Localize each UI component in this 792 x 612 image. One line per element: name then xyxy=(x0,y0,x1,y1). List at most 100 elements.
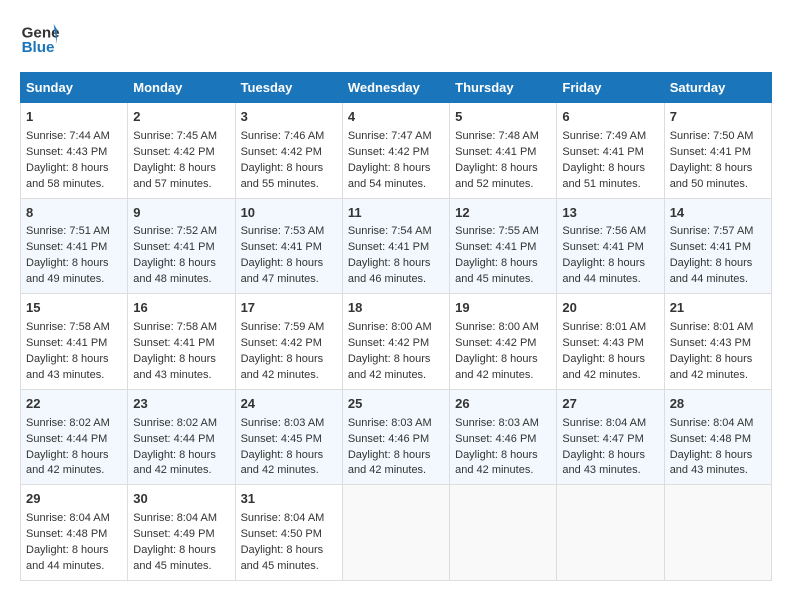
day-number: 11 xyxy=(348,204,444,223)
calendar-week-4: 22 Sunrise: 8:02 AM Sunset: 4:44 PM Dayligh… xyxy=(21,389,772,485)
sunrise-label: Sunrise: 7:58 AM xyxy=(133,321,217,333)
calendar-cell: 15Sunrise: 7:58 AMSunset: 4:41 PMDayligh… xyxy=(21,294,128,390)
sunrise-label: Sunrise: 7:55 AM xyxy=(455,225,539,237)
sunrise-label: Sunrise: 7:44 AM xyxy=(26,130,110,142)
sunset-label: Sunset: 4:41 PM xyxy=(133,337,214,349)
sunrise-label: Sunrise: 7:47 AM xyxy=(348,130,432,142)
sunset-label: Sunset: 4:50 PM xyxy=(241,528,322,540)
column-header-thursday: Thursday xyxy=(450,73,557,103)
sunrise-label: Sunrise: 7:57 AM xyxy=(670,225,754,237)
sunset-label: Sunset: 4:42 PM xyxy=(133,146,214,158)
calendar-table: SundayMondayTuesdayWednesdayThursdayFrid… xyxy=(20,72,772,581)
daylight-label: Daylight: 8 hours and 43 minutes. xyxy=(562,449,645,477)
calendar-cell: 21Sunrise: 8:01 AMSunset: 4:43 PMDayligh… xyxy=(664,294,771,390)
sunset-label: Sunset: 4:45 PM xyxy=(241,433,322,445)
sunrise-label: Sunrise: 8:01 AM xyxy=(670,321,754,333)
sunrise-label: Sunrise: 8:04 AM xyxy=(562,417,646,429)
daylight-label: Daylight: 8 hours and 50 minutes. xyxy=(670,162,753,190)
daylight-label: Daylight: 8 hours and 58 minutes. xyxy=(26,162,109,190)
calendar-week-5: 29Sunrise: 8:04 AMSunset: 4:48 PMDayligh… xyxy=(21,485,772,581)
day-number: 7 xyxy=(670,108,766,127)
sunset-label: Sunset: 4:41 PM xyxy=(455,146,536,158)
sunrise-label: Sunrise: 7:50 AM xyxy=(670,130,754,142)
day-number: 23 xyxy=(133,395,229,414)
calendar-cell: 23Sunrise: 8:02 AMSunset: 4:44 PMDayligh… xyxy=(128,389,235,485)
sunset-label: Sunset: 4:48 PM xyxy=(670,433,751,445)
sunrise-label: Sunrise: 7:59 AM xyxy=(241,321,325,333)
sunset-label: Sunset: 4:41 PM xyxy=(670,146,751,158)
daylight-label: Daylight: 8 hours and 42 minutes. xyxy=(670,353,753,381)
sunrise-label: Sunrise: 8:02 AM xyxy=(133,417,217,429)
daylight-label: Daylight: 8 hours and 42 minutes. xyxy=(455,353,538,381)
daylight-label: Daylight: 8 hours and 42 minutes. xyxy=(26,449,109,477)
daylight-label: Daylight: 8 hours and 47 minutes. xyxy=(241,257,324,285)
day-number: 22 xyxy=(26,395,122,414)
sunrise-label: Sunrise: 7:46 AM xyxy=(241,130,325,142)
calendar-cell: 16 Sunrise: 7:58 AM Sunset: 4:41 PM Dayligh… xyxy=(128,294,235,390)
day-number: 28 xyxy=(670,395,766,414)
daylight-label: Daylight: 8 hours and 42 minutes. xyxy=(348,353,431,381)
calendar-cell: 9Sunrise: 7:52 AMSunset: 4:41 PMDaylight… xyxy=(128,198,235,294)
calendar-cell: 22Sunrise: 8:02 AMSunset: 4:44 PMDayligh… xyxy=(21,389,128,485)
sunset-label: Sunset: 4:42 PM xyxy=(455,337,536,349)
sunrise-label: Sunrise: 7:53 AM xyxy=(241,225,325,237)
sunset-label: Sunset: 4:41 PM xyxy=(26,241,107,253)
calendar-cell: 7 Sunrise: 7:50 AM Sunset: 4:41 PM Daylight… xyxy=(664,103,771,199)
day-number: 13 xyxy=(562,204,658,223)
calendar-cell: 20Sunrise: 8:01 AMSunset: 4:43 PMDayligh… xyxy=(557,294,664,390)
sunrise-label: Sunrise: 8:00 AM xyxy=(348,321,432,333)
calendar-cell: 17 Sunrise: 7:59 AM Sunset: 4:42 PM Dayligh… xyxy=(235,294,342,390)
sunrise-label: Sunrise: 8:03 AM xyxy=(348,417,432,429)
day-number: 2 xyxy=(133,108,229,127)
daylight-label: Daylight: 8 hours and 48 minutes. xyxy=(133,257,216,285)
sunset-label: Sunset: 4:43 PM xyxy=(670,337,751,349)
calendar-cell: 28Sunrise: 8:04 AMSunset: 4:48 PMDayligh… xyxy=(664,389,771,485)
day-number: 20 xyxy=(562,299,658,318)
column-header-friday: Friday xyxy=(557,73,664,103)
calendar-cell: 3Sunrise: 7:46 AMSunset: 4:42 PMDaylight… xyxy=(235,103,342,199)
day-number: 17 xyxy=(241,299,337,318)
calendar-cell: 30Sunrise: 8:04 AMSunset: 4:49 PMDayligh… xyxy=(128,485,235,581)
logo: General Blue xyxy=(20,20,64,56)
sunset-label: Sunset: 4:42 PM xyxy=(241,337,322,349)
daylight-label: Daylight: 8 hours and 54 minutes. xyxy=(348,162,431,190)
calendar-cell xyxy=(664,485,771,581)
sunset-label: Sunset: 4:42 PM xyxy=(241,146,322,158)
daylight-label: Daylight: 8 hours and 42 minutes. xyxy=(241,353,324,381)
daylight-label: Daylight: 8 hours and 45 minutes. xyxy=(241,544,324,572)
calendar-week-3: 15 Sunrise: 7:58 AM Sunset: 4:41 PM Dayligh… xyxy=(21,294,772,390)
calendar-cell: 24Sunrise: 8:03 AMSunset: 4:45 PMDayligh… xyxy=(235,389,342,485)
sunrise-label: Sunrise: 7:52 AM xyxy=(133,225,217,237)
daylight-label: Daylight: 8 hours and 42 minutes. xyxy=(562,353,645,381)
column-header-monday: Monday xyxy=(128,73,235,103)
column-header-wednesday: Wednesday xyxy=(342,73,449,103)
daylight-label: Daylight: 8 hours and 44 minutes. xyxy=(670,257,753,285)
day-number: 15 xyxy=(26,299,122,318)
day-number: 10 xyxy=(241,204,337,223)
day-number: 24 xyxy=(241,395,337,414)
sunrise-label: Sunrise: 8:04 AM xyxy=(241,512,325,524)
daylight-label: Daylight: 8 hours and 51 minutes. xyxy=(562,162,645,190)
sunrise-label: Sunrise: 8:03 AM xyxy=(241,417,325,429)
daylight-label: Daylight: 8 hours and 46 minutes. xyxy=(348,257,431,285)
daylight-label: Daylight: 8 hours and 43 minutes. xyxy=(133,353,216,381)
day-number: 16 xyxy=(133,299,229,318)
daylight-label: Daylight: 8 hours and 44 minutes. xyxy=(562,257,645,285)
sunset-label: Sunset: 4:42 PM xyxy=(348,337,429,349)
sunrise-label: Sunrise: 8:03 AM xyxy=(455,417,539,429)
day-number: 14 xyxy=(670,204,766,223)
sunrise-label: Sunrise: 7:51 AM xyxy=(26,225,110,237)
sunrise-label: Sunrise: 7:56 AM xyxy=(562,225,646,237)
sunset-label: Sunset: 4:46 PM xyxy=(455,433,536,445)
daylight-label: Daylight: 8 hours and 43 minutes. xyxy=(670,449,753,477)
day-number: 4 xyxy=(348,108,444,127)
daylight-label: Daylight: 8 hours and 49 minutes. xyxy=(26,257,109,285)
sunset-label: Sunset: 4:44 PM xyxy=(133,433,214,445)
calendar-cell: 10Sunrise: 7:53 AMSunset: 4:41 PMDayligh… xyxy=(235,198,342,294)
daylight-label: Daylight: 8 hours and 45 minutes. xyxy=(455,257,538,285)
sunset-label: Sunset: 4:46 PM xyxy=(348,433,429,445)
sunset-label: Sunset: 4:41 PM xyxy=(562,241,643,253)
calendar-cell: 1Sunrise: 7:44 AMSunset: 4:43 PMDaylight… xyxy=(21,103,128,199)
daylight-label: Daylight: 8 hours and 42 minutes. xyxy=(348,449,431,477)
daylight-label: Daylight: 8 hours and 43 minutes. xyxy=(26,353,109,381)
